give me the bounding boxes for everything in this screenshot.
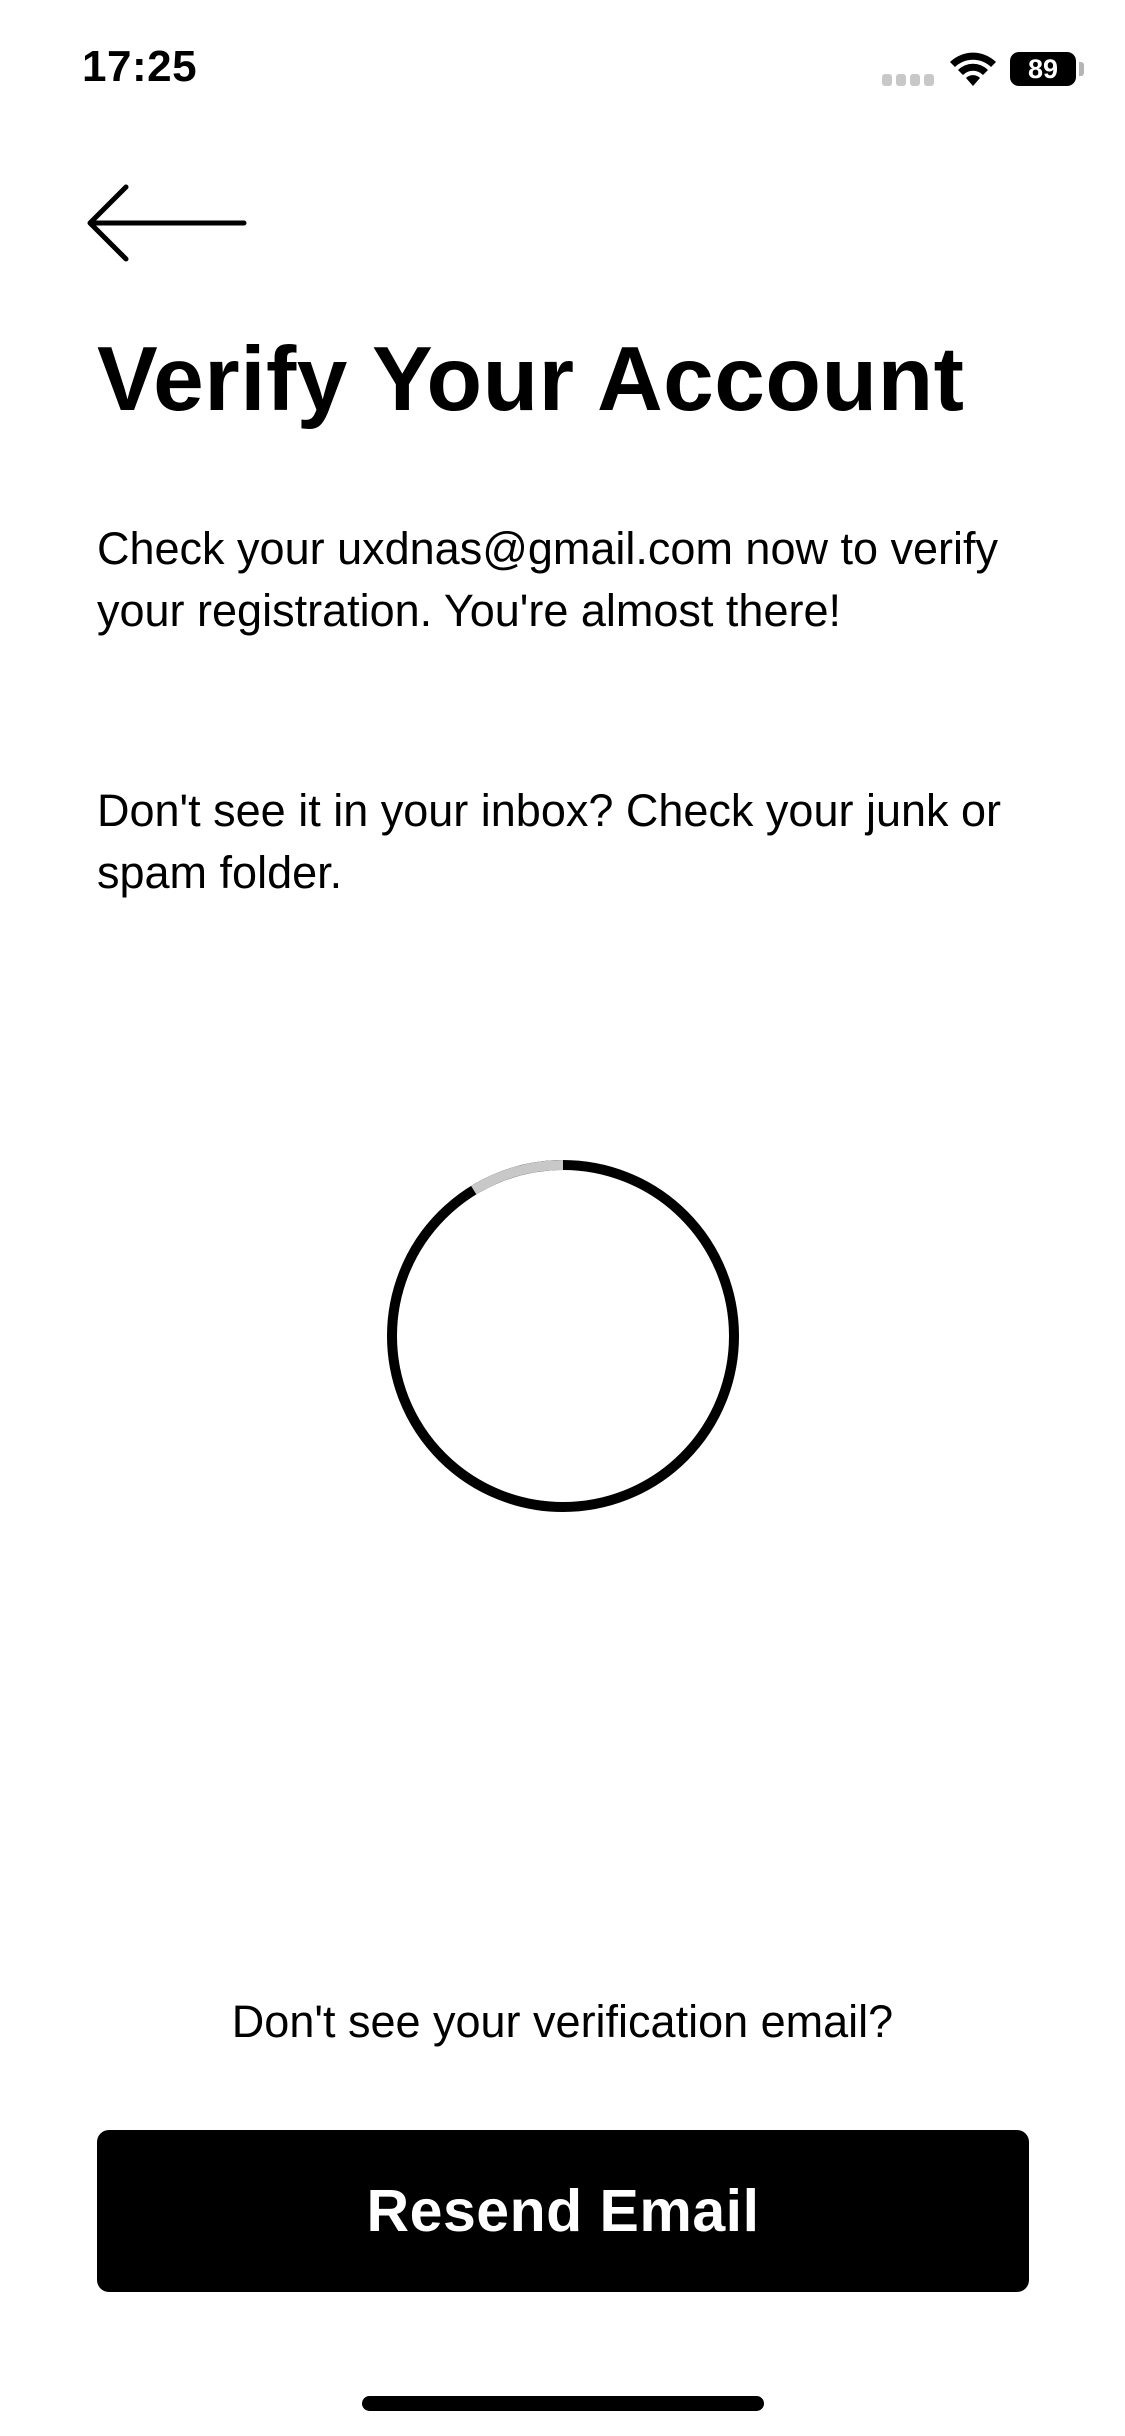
spinner-track: [387, 1160, 739, 1512]
resend-email-button[interactable]: Resend Email: [97, 2130, 1029, 2292]
resend-prompt: Don't see your verification email?: [231, 1996, 894, 2047]
verification-message: Check your uxdnas@gmail.com now to verif…: [97, 523, 999, 636]
signal-icon: [882, 74, 936, 88]
loading-spinner-icon: [387, 1159, 739, 1512]
arrow-left-icon: [87, 184, 247, 262]
status-bar: 17:25 89: [0, 0, 1125, 140]
wifi-icon: [950, 52, 996, 86]
spinner-highlight: [471, 1159, 564, 1195]
page-title: Verify Your Account: [97, 329, 965, 430]
spam-hint: Don't see it in your inbox? Check your j…: [97, 785, 1002, 898]
battery-cap: [1079, 62, 1084, 76]
home-indicator: [362, 2396, 764, 2411]
back-button[interactable]: [84, 182, 250, 264]
status-time: 17:25: [82, 42, 198, 91]
battery-icon: 89: [1010, 52, 1076, 86]
